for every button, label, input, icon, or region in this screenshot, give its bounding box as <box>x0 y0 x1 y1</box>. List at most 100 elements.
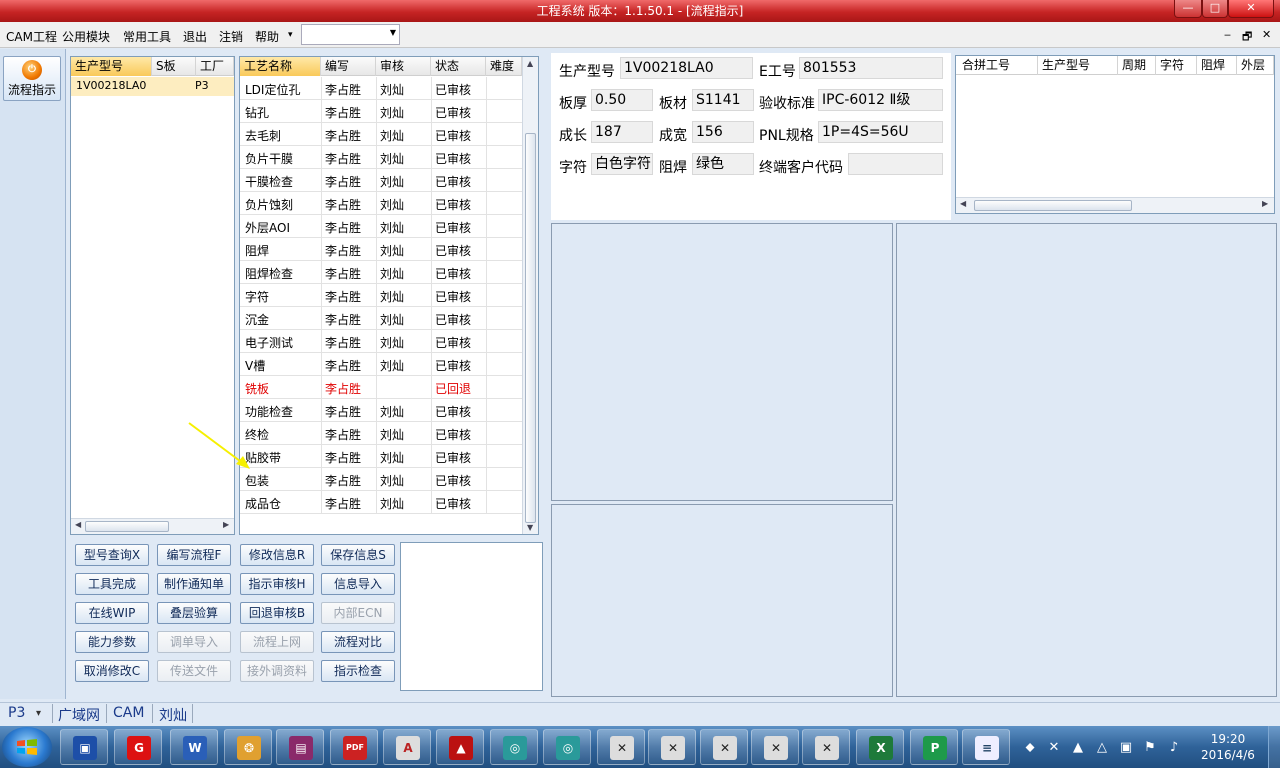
chevron-down-icon[interactable]: ▾ <box>36 708 41 719</box>
taskbar-pdf-app[interactable]: PDF <box>330 729 378 765</box>
col-status[interactable]: 状态 <box>431 57 486 76</box>
table-row[interactable]: 电子测试 李占胜 刘灿 已审核 <box>240 330 522 353</box>
flow-instruction-button[interactable]: ⏻ 流程指示 <box>3 56 61 101</box>
model-grid-hscrollbar[interactable]: ◀ ▶ <box>71 518 234 534</box>
start-button[interactable] <box>2 727 52 767</box>
scroll-right-icon[interactable]: ▶ <box>223 520 229 529</box>
action-button-1[interactable]: 型号查询X <box>75 544 149 566</box>
col-factory[interactable]: 工厂 <box>196 57 234 76</box>
field-material[interactable]: S1141 <box>692 89 754 111</box>
taskbar-excel-app[interactable]: X <box>856 729 904 765</box>
scroll-left-icon[interactable]: ◀ <box>960 199 966 208</box>
menu-common-modules[interactable]: 公用模块 <box>62 28 110 45</box>
taskbar-x-app-3[interactable]: ✕ <box>700 729 748 765</box>
tray-alert-icon[interactable]: ▲ <box>1070 740 1086 756</box>
table-row[interactable]: 干膜检查 李占胜 刘灿 已审核 <box>240 169 522 192</box>
table-row[interactable]: 沉金 李占胜 刘灿 已审核 <box>240 307 522 330</box>
taskbar-winrar-app[interactable]: ▤ <box>276 729 324 765</box>
tray-network-icon[interactable]: ▣ <box>1118 740 1134 756</box>
table-row[interactable]: 去毛刺 李占胜 刘灿 已审核 <box>240 123 522 146</box>
menu-exit[interactable]: 退出 <box>183 28 207 45</box>
taskbar-redbrand-app[interactable]: G <box>114 729 162 765</box>
tray-volume-icon[interactable]: ♪ <box>1166 740 1182 756</box>
menu-common-tools[interactable]: 常用工具 <box>123 28 171 45</box>
col-merge-model[interactable]: 生产型号 <box>1038 56 1118 75</box>
scroll-thumb[interactable] <box>85 521 169 532</box>
taskbar-x-app-1[interactable]: ✕ <box>597 729 645 765</box>
col-character[interactable]: 字符 <box>1156 56 1197 75</box>
action-button-17[interactable]: 取消修改C <box>75 660 149 682</box>
tray-flag-icon[interactable]: ⚑ <box>1142 740 1158 756</box>
action-button-11[interactable]: 回退审核B <box>240 602 314 624</box>
table-row[interactable]: 1V00218LA0 P3 <box>71 77 234 96</box>
taskbar-wheel-app-1[interactable]: ◎ <box>490 729 538 765</box>
table-row[interactable]: 贴胶带 李占胜 刘灿 已审核 <box>240 445 522 468</box>
table-row[interactable]: 负片蚀刻 李占胜 刘灿 已审核 <box>240 192 522 215</box>
action-button-15[interactable]: 流程上网 <box>240 631 314 653</box>
field-character[interactable]: 白色字符 <box>591 153 653 175</box>
action-button-4[interactable]: 保存信息S <box>321 544 395 566</box>
col-model[interactable]: 生产型号 <box>71 57 152 76</box>
col-reviewer[interactable]: 审核 <box>376 57 431 76</box>
field-length[interactable]: 187 <box>591 121 653 143</box>
action-button-9[interactable]: 在线WIP <box>75 602 149 624</box>
action-button-19[interactable]: 接外调资料 <box>240 660 314 682</box>
close-button[interactable]: ✕ <box>1228 0 1274 18</box>
col-difficulty[interactable]: 难度 <box>486 57 522 76</box>
scroll-thumb[interactable] <box>974 200 1132 211</box>
table-row[interactable]: 负片干膜 李占胜 刘灿 已审核 <box>240 146 522 169</box>
taskbar-autocad-app[interactable]: ▲ <box>436 729 484 765</box>
mdi-restore-button[interactable]: 🗗 <box>1242 28 1252 47</box>
taskbar-x-app-2[interactable]: ✕ <box>648 729 696 765</box>
col-author[interactable]: 编写 <box>321 57 376 76</box>
action-button-8[interactable]: 信息导入 <box>321 573 395 595</box>
mdi-close-button[interactable]: ✕ <box>1262 28 1271 41</box>
table-row[interactable]: V槽 李占胜 刘灿 已审核 <box>240 353 522 376</box>
taskbar-x-app-4[interactable]: ✕ <box>751 729 799 765</box>
action-button-16[interactable]: 流程对比 <box>321 631 395 653</box>
taskbar-p-app[interactable]: P <box>910 729 958 765</box>
maximize-button[interactable]: □ <box>1202 0 1228 18</box>
process-grid-vscrollbar[interactable]: ▲ ▼ <box>522 57 538 534</box>
taskbar-wheel-app-2[interactable]: ◎ <box>543 729 591 765</box>
menu-combo[interactable]: ▼ <box>301 24 400 45</box>
action-button-12[interactable]: 内部ECN <box>321 602 395 624</box>
tray-adobe-icon[interactable]: △ <box>1094 740 1110 756</box>
taskbar-clock[interactable]: 19:20 2016/4/6 <box>1196 731 1260 763</box>
action-button-20[interactable]: 指示检查 <box>321 660 395 682</box>
action-button-6[interactable]: 制作通知单 <box>157 573 231 595</box>
taskbar-x-app-5[interactable]: ✕ <box>802 729 850 765</box>
taskbar-save-app[interactable]: ▣ <box>60 729 108 765</box>
scroll-up-icon[interactable]: ▲ <box>527 59 533 68</box>
col-s-board[interactable]: S板 <box>152 57 196 76</box>
table-row[interactable]: 字符 李占胜 刘灿 已审核 <box>240 284 522 307</box>
table-row[interactable]: 成品仓 李占胜 刘灿 已审核 <box>240 491 522 514</box>
taskbar-reader-app[interactable]: A <box>383 729 431 765</box>
scroll-right-icon[interactable]: ▶ <box>1262 199 1268 208</box>
table-row[interactable]: 外层AOI 李占胜 刘灿 已审核 <box>240 215 522 238</box>
col-merge-no[interactable]: 合拼工号 <box>956 56 1038 75</box>
menu-help[interactable]: 帮助 <box>255 28 279 45</box>
scroll-left-icon[interactable]: ◀ <box>75 520 81 529</box>
menu-overflow-icon[interactable]: ▾ <box>288 30 293 40</box>
action-button-3[interactable]: 修改信息R <box>240 544 314 566</box>
notes-box[interactable] <box>400 542 543 691</box>
show-desktop-button[interactable] <box>1268 726 1280 768</box>
field-width[interactable]: 156 <box>692 121 754 143</box>
field-solder-mask[interactable]: 绿色 <box>692 153 754 175</box>
action-button-14[interactable]: 调单导入 <box>157 631 231 653</box>
tray-vs-icon[interactable]: ✕ <box>1046 740 1062 756</box>
table-row[interactable]: 阻焊 李占胜 刘灿 已审核 <box>240 238 522 261</box>
mdi-minimize-button[interactable]: ‒ <box>1224 28 1231 41</box>
col-process-name[interactable]: 工艺名称 <box>240 57 321 76</box>
col-outer[interactable]: 外层 <box>1237 56 1274 75</box>
col-solder[interactable]: 阻焊 <box>1197 56 1237 75</box>
action-button-10[interactable]: 叠层验算 <box>157 602 231 624</box>
minimize-button[interactable]: — <box>1174 0 1202 18</box>
taskbar-word-app[interactable]: W <box>170 729 218 765</box>
field-standard[interactable]: IPC-6012 Ⅱ级 <box>818 89 943 111</box>
table-row[interactable]: 包装 李占胜 刘灿 已审核 <box>240 468 522 491</box>
taskbar-notepad-app[interactable]: ≡ <box>962 729 1010 765</box>
tray-app-icon[interactable]: ⬥ <box>1022 740 1038 756</box>
scroll-down-icon[interactable]: ▼ <box>527 523 533 532</box>
